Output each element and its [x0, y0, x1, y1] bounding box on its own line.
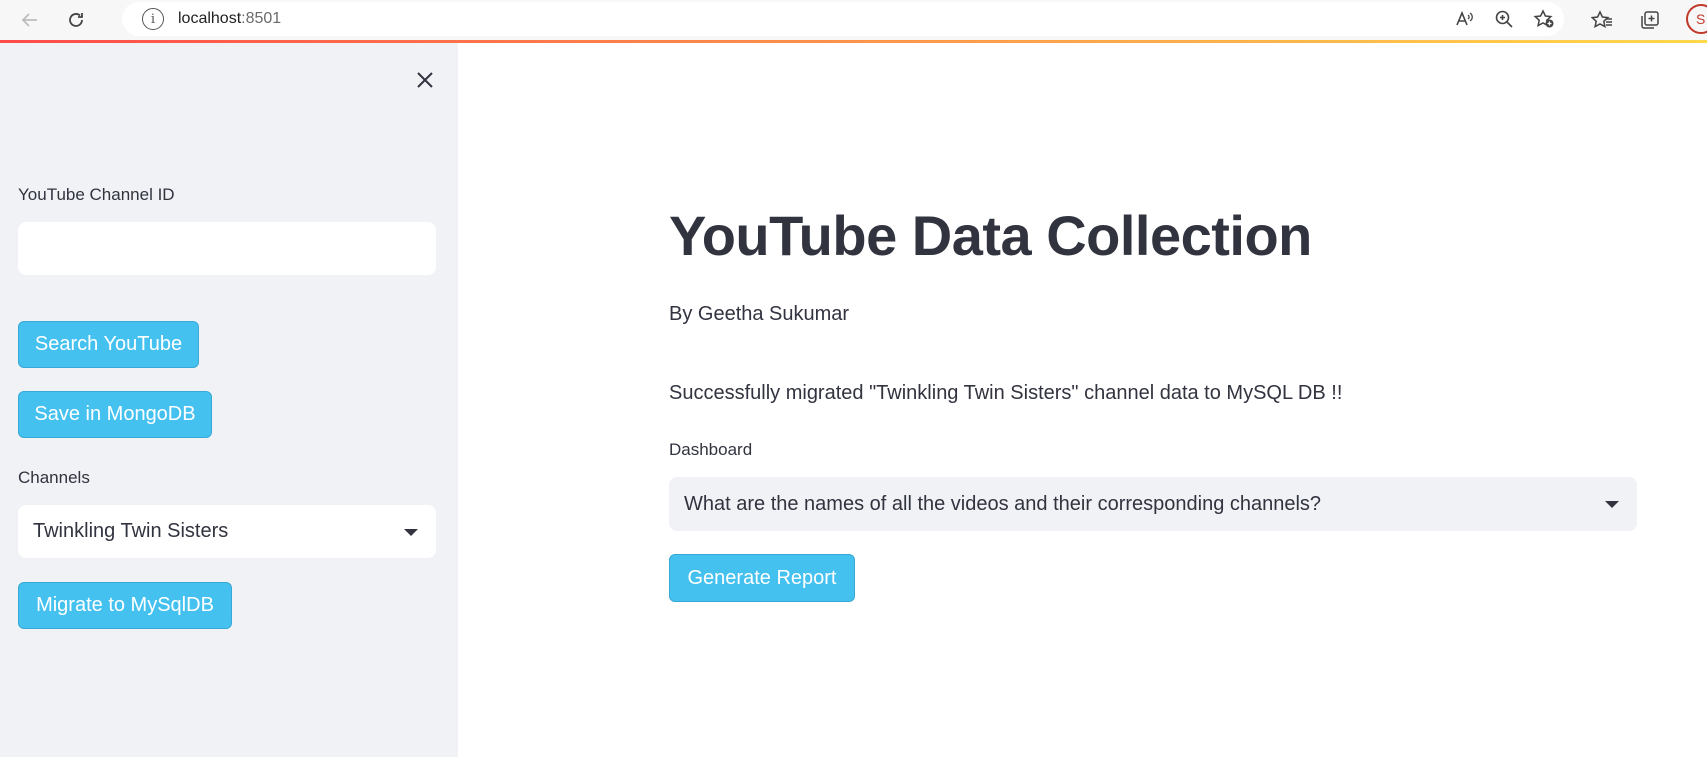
dashboard-label: Dashboard: [669, 440, 753, 459]
close-sidebar-button[interactable]: [410, 65, 440, 95]
site-info-icon[interactable]: i: [142, 8, 164, 30]
profile-initial: S: [1696, 11, 1706, 27]
close-icon: [417, 72, 433, 88]
channels-select[interactable]: Twinkling Twin Sisters: [18, 505, 436, 558]
dashboard-select-value: What are the names of all the videos and…: [684, 492, 1322, 515]
channels-select-value: Twinkling Twin Sisters: [33, 520, 229, 542]
browser-toolbar: i localhost:8501 S: [0, 0, 1707, 40]
migrate-mysql-button[interactable]: Migrate to MySqlDB: [18, 582, 232, 629]
generate-report-button[interactable]: Generate Report: [669, 554, 855, 602]
address-bar[interactable]: i localhost:8501: [122, 2, 1564, 36]
chevron-down-icon: [404, 529, 418, 536]
channel-id-label: YouTube Channel ID: [18, 185, 175, 204]
url-host: localhost: [178, 10, 242, 27]
save-mongodb-button[interactable]: Save in MongoDB: [18, 391, 212, 438]
reload-icon[interactable]: [56, 3, 96, 37]
add-favorite-icon[interactable]: [1524, 2, 1564, 36]
address-bar-actions: [1444, 2, 1564, 36]
favorites-icon[interactable]: [1578, 3, 1626, 37]
collections-icon[interactable]: [1626, 3, 1674, 37]
read-aloud-icon[interactable]: [1444, 2, 1484, 36]
url-text[interactable]: localhost:8501: [178, 10, 281, 28]
author-text: By Geetha Sukumar: [669, 303, 850, 325]
channels-label: Channels: [18, 468, 90, 487]
profile-avatar[interactable]: S: [1686, 4, 1707, 34]
dashboard-select[interactable]: What are the names of all the videos and…: [669, 477, 1637, 531]
main-content: YouTube Data Collection By Geetha Sukuma…: [458, 43, 1707, 757]
search-youtube-button[interactable]: Search YouTube: [18, 321, 199, 368]
browser-toolbar-right: [1578, 3, 1674, 37]
sidebar: YouTube Channel ID Search YouTube Save i…: [0, 43, 458, 757]
page-title: YouTube Data Collection: [669, 204, 1312, 267]
back-icon[interactable]: [10, 3, 50, 37]
zoom-icon[interactable]: [1484, 2, 1524, 36]
channel-id-input[interactable]: [18, 222, 436, 275]
chevron-down-icon: [1605, 501, 1619, 508]
status-message: Successfully migrated "Twinkling Twin Si…: [669, 382, 1343, 404]
url-port: :8501: [241, 10, 282, 27]
